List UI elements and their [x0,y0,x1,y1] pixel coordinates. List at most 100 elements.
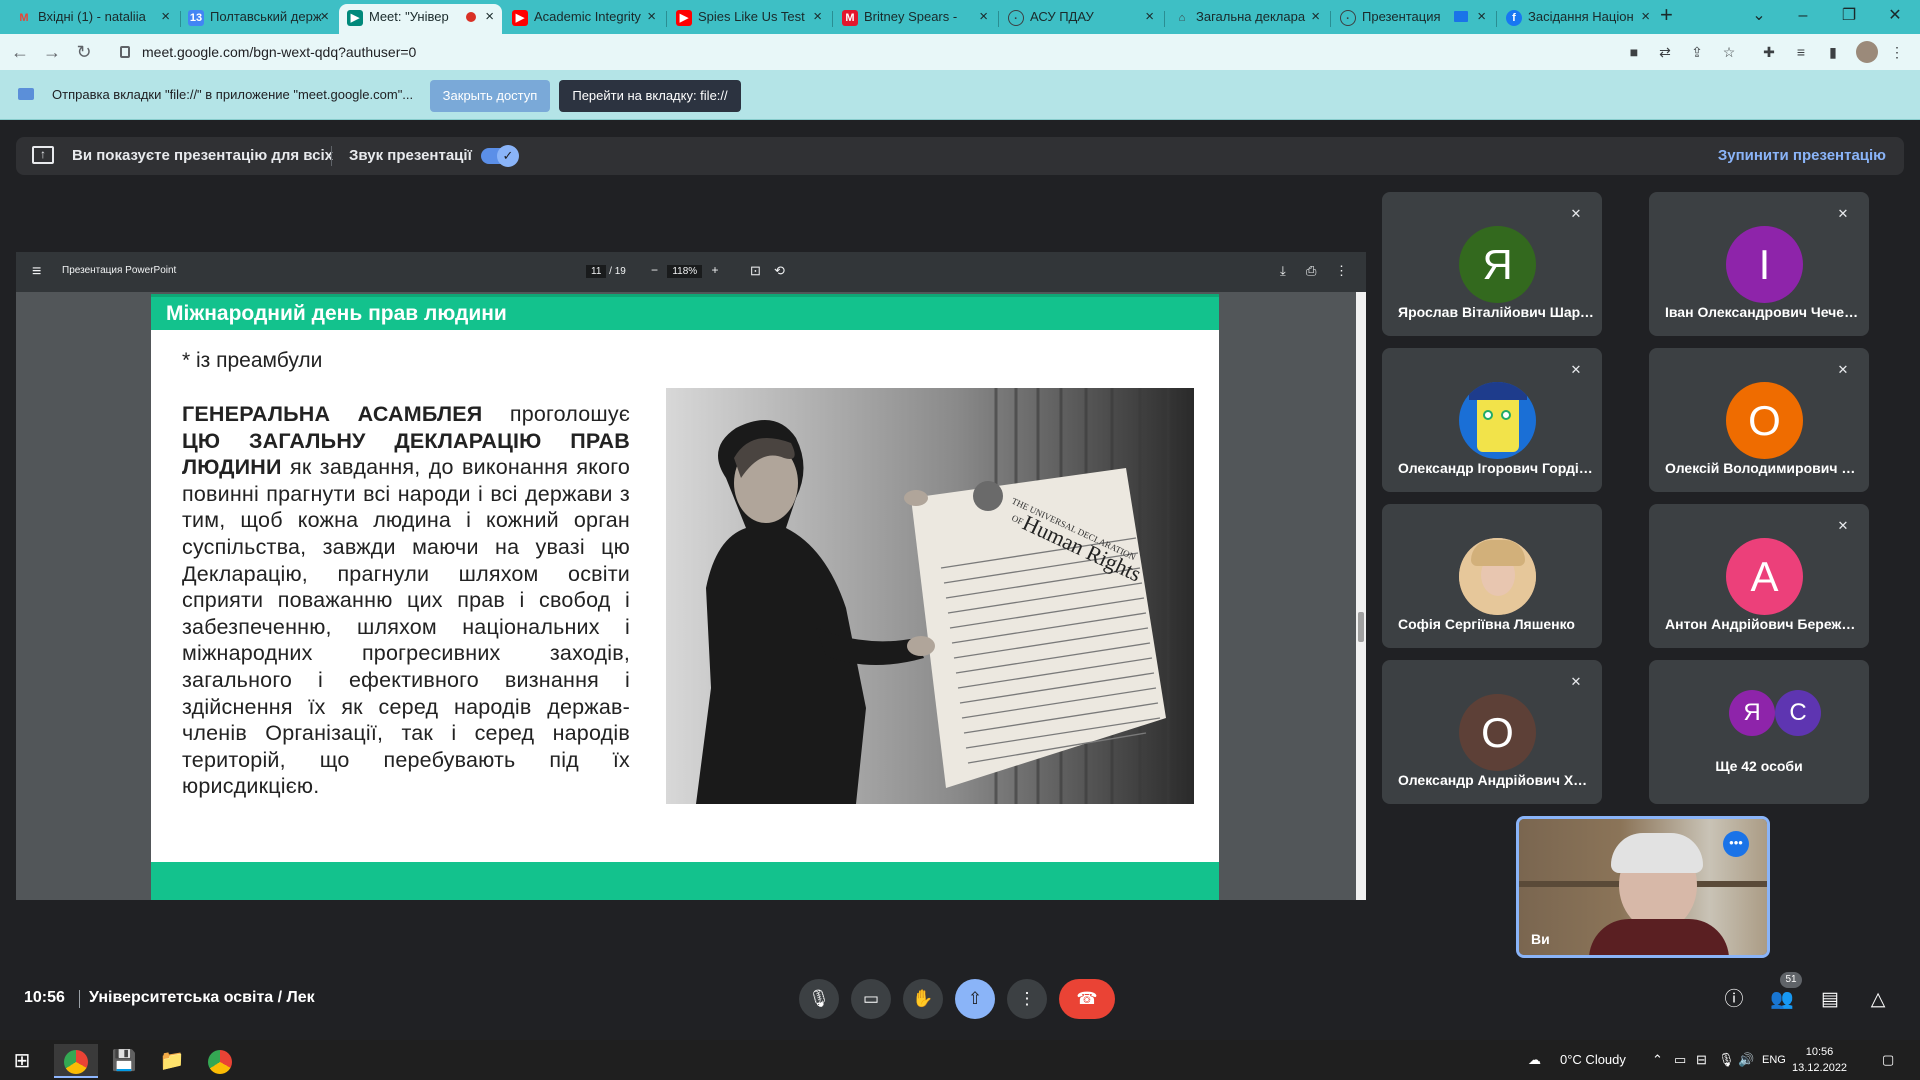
tab-youtube-spies[interactable]: ▶ Spies Like Us Test × [668,4,830,34]
un-emblem-icon [973,481,1003,511]
tab-meet[interactable]: ▶ Meet: "Універ × [339,4,502,34]
forward-arrow-icon[interactable]: → [40,40,64,64]
tray-chevron-icon[interactable]: ⌃ [1652,1052,1663,1068]
close-icon[interactable]: × [979,4,988,30]
more-options-button[interactable]: ⋮ [1007,979,1047,1019]
download-icon[interactable]: ⤓ [1280,263,1286,279]
self-view-tile[interactable]: Ви ••• [1516,816,1770,958]
activities-icon[interactable]: △ [1866,988,1890,1012]
tab-musixmatch[interactable]: M Britney Spears - × [834,4,996,34]
notifications-icon[interactable]: ▢ [1882,1052,1894,1068]
pdf-title: Презентация PowerPoint [62,265,177,276]
extensions-puzzle-icon[interactable]: ✚ [1760,43,1778,61]
browser-tab-strip: M Вхідні (1) - nataliia × 13 Полтавський… [0,0,1920,34]
rotate-icon[interactable]: ⟲ [774,263,785,279]
close-icon[interactable]: × [485,4,494,30]
more-participants-tile[interactable]: Я С Ще 42 особи [1649,660,1869,804]
meeting-details-icon[interactable]: ⓘ [1722,988,1746,1012]
profile-avatar[interactable] [1856,41,1878,63]
slide-footer-bar [151,862,1219,900]
tray-mic-icon[interactable]: 🎙 [1718,1052,1735,1068]
tab-search-chevron-icon[interactable]: ⌄ [1736,0,1782,32]
close-icon[interactable]: × [1145,4,1154,30]
chrome-icon[interactable] [54,1044,98,1078]
save-app-icon[interactable]: 💾 [102,1044,146,1078]
camera-blocked-icon[interactable]: ■ [1625,43,1643,61]
tab-youtube-academic[interactable]: ▶ Academic Integrity × [504,4,664,34]
close-icon[interactable]: × [1477,4,1486,30]
hang-up-icon: ☎ [1076,989,1098,1008]
window-close-icon[interactable]: ✕ [1872,0,1918,32]
close-icon[interactable]: × [161,4,170,30]
participant-tile[interactable]: ✕ О Олександр Андрійович Халепа [1382,660,1602,804]
close-icon[interactable]: × [813,4,822,30]
microphone-button[interactable]: 🎙 [799,979,839,1019]
file-explorer-icon[interactable]: 📁 [150,1044,194,1078]
page-input[interactable]: 11 [586,265,607,278]
participant-tile[interactable]: ✕ Я Ярослав Віталійович Шарлай [1382,192,1602,336]
stop-presenting-button[interactable]: Зупинити презентацію [1718,147,1886,164]
hamburger-menu-icon[interactable]: ≡ [32,263,41,281]
weather-text[interactable]: 0°C Cloudy [1560,1052,1626,1067]
more-options-icon[interactable]: ⋮ [1335,263,1348,279]
language-indicator[interactable]: ENG [1762,1054,1786,1066]
windows-start-icon[interactable]: ⊞ [0,1044,44,1078]
participant-name: Ярослав Віталійович Шарлай [1398,304,1594,320]
address-bar[interactable]: meet.google.com/bgn-wext-qdq?authuser=0 [106,37,1256,67]
tab-label: Полтавський держ [210,9,322,24]
zoom-in-icon[interactable]: + [712,263,719,277]
zoom-out-icon[interactable]: − [651,263,658,277]
present-now-button[interactable]: ⇧ [955,979,995,1019]
chrome-alt-icon[interactable] [198,1044,242,1078]
presentation-sound-toggle[interactable]: ✓ [481,145,519,167]
youtube-icon: ▶ [676,10,692,26]
participant-name: Антон Андрійович Бережний [1665,616,1861,632]
tab-calendar[interactable]: 13 Полтавський держ × [180,4,337,34]
participant-tile[interactable]: ✕ А Антон Андрійович Бережний [1649,504,1869,648]
people-icon[interactable]: 👥 [1770,988,1794,1012]
side-panel-icon[interactable]: ▮ [1824,43,1842,61]
tab-declaration[interactable]: ⌂ Загальна деклара × [1166,4,1328,34]
media-control-icon[interactable]: ≡ [1792,43,1810,61]
raise-hand-button[interactable]: ✋ [903,979,943,1019]
avatar: О [1459,694,1536,771]
network-icon[interactable]: ⊟ [1696,1052,1707,1068]
maximize-icon[interactable]: ❐ [1826,0,1872,32]
weather-cloud-icon[interactable]: ☁ [1528,1052,1541,1068]
participant-tile[interactable]: ✕ О Олексій Володимирович Вільх... [1649,348,1869,492]
reload-icon[interactable]: ↻ [72,40,96,64]
new-tab-plus-icon[interactable]: + [1660,2,1673,28]
zoom-input[interactable]: 118% [667,265,703,278]
close-access-button[interactable]: Закрыть доступ [430,80,550,112]
camera-button[interactable]: ▭ [851,979,891,1019]
close-icon[interactable]: × [1641,4,1650,30]
more-options-icon[interactable]: ••• [1723,831,1749,857]
translate-icon[interactable]: ⇄ [1656,43,1674,61]
participant-tile[interactable]: Софія Сергіївна Ляшенко [1382,504,1602,648]
tray-device-icon[interactable]: ▭ [1674,1052,1686,1068]
close-icon[interactable]: × [320,4,329,30]
taskbar-clock[interactable]: 10:56 13.12.2022 [1792,1044,1847,1076]
tab-gmail[interactable]: M Вхідні (1) - nataliia × [8,4,178,34]
close-icon[interactable]: × [1311,4,1320,30]
pdf-scrollbar[interactable] [1356,292,1366,900]
presentation-sound-label: Звук презентації [349,147,472,164]
tab-label: Academic Integrity [534,9,641,24]
back-arrow-icon[interactable]: ← [8,40,32,64]
tab-facebook[interactable]: f Засідання Націон × [1498,4,1658,34]
volume-icon[interactable]: 🔊 [1738,1052,1754,1068]
chat-icon[interactable]: ▤ [1818,988,1842,1012]
tab-asu[interactable]: · АСУ ПДАУ × [1000,4,1162,34]
kebab-menu-icon[interactable]: ⋮ [1888,43,1906,61]
go-to-tab-button[interactable]: Перейти на вкладку: file:// [559,80,741,112]
minimize-icon[interactable]: – [1780,0,1826,32]
share-icon[interactable]: ⇪ [1688,43,1706,61]
bookmark-star-icon[interactable]: ☆ [1720,43,1738,61]
print-icon[interactable]: ⎙ [1306,263,1316,279]
tab-presentation[interactable]: · Презентация × [1332,4,1494,34]
fit-page-icon[interactable]: ⊡ [750,263,761,279]
leave-call-button[interactable]: ☎ [1059,979,1115,1019]
close-icon[interactable]: × [647,4,656,30]
participant-tile[interactable]: ✕ І Іван Олександрович Чечель [1649,192,1869,336]
participant-tile[interactable]: ✕ Олександр Ігорович Гордівськ... [1382,348,1602,492]
